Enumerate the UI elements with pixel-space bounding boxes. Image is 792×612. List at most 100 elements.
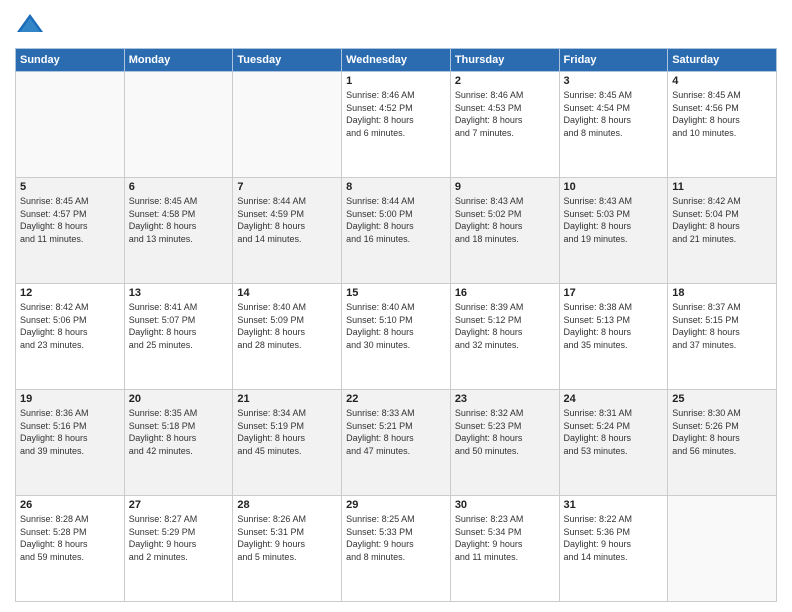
cell-info-text: Sunrise: 8:27 AM Sunset: 5:29 PM Dayligh…: [129, 513, 229, 563]
cell-info-text: Sunrise: 8:45 AM Sunset: 4:54 PM Dayligh…: [564, 89, 664, 139]
weekday-header-monday: Monday: [124, 49, 233, 72]
cell-date-number: 30: [455, 499, 555, 511]
week-row-2: 5 Sunrise: 8:45 AM Sunset: 4:57 PM Daylig…: [16, 178, 777, 284]
cell-info-text: Sunrise: 8:41 AM Sunset: 5:07 PM Dayligh…: [129, 301, 229, 351]
calendar-cell: 26 Sunrise: 8:28 AM Sunset: 5:28 PM Dayli…: [16, 496, 125, 602]
calendar-cell: [668, 496, 777, 602]
cell-info-text: Sunrise: 8:37 AM Sunset: 5:15 PM Dayligh…: [672, 301, 772, 351]
weekday-header-tuesday: Tuesday: [233, 49, 342, 72]
calendar-cell: 29 Sunrise: 8:25 AM Sunset: 5:33 PM Dayli…: [342, 496, 451, 602]
calendar-cell: 5 Sunrise: 8:45 AM Sunset: 4:57 PM Daylig…: [16, 178, 125, 284]
cell-info-text: Sunrise: 8:30 AM Sunset: 5:26 PM Dayligh…: [672, 407, 772, 457]
cell-date-number: 16: [455, 287, 555, 299]
weekday-header-saturday: Saturday: [668, 49, 777, 72]
cell-date-number: 6: [129, 181, 229, 193]
calendar-cell: 4 Sunrise: 8:45 AM Sunset: 4:56 PM Daylig…: [668, 72, 777, 178]
cell-info-text: Sunrise: 8:40 AM Sunset: 5:09 PM Dayligh…: [237, 301, 337, 351]
calendar-cell: 15Sunrise: 8:40 AM Sunset: 5:10 PM Dayli…: [342, 284, 451, 390]
cell-date-number: 8: [346, 181, 446, 193]
week-row-5: 26 Sunrise: 8:28 AM Sunset: 5:28 PM Dayli…: [16, 496, 777, 602]
calendar: SundayMondayTuesdayWednesdayThursdayFrid…: [15, 48, 777, 602]
calendar-cell: 22 Sunrise: 8:33 AM Sunset: 5:21 PM Dayli…: [342, 390, 451, 496]
cell-date-number: 2: [455, 75, 555, 87]
cell-info-text: Sunrise: 8:43 AM Sunset: 5:03 PM Dayligh…: [564, 195, 664, 245]
calendar-cell: 16 Sunrise: 8:39 AM Sunset: 5:12 PM Dayli…: [450, 284, 559, 390]
cell-date-number: 7: [237, 181, 337, 193]
cell-info-text: Sunrise: 8:28 AM Sunset: 5:28 PM Dayligh…: [20, 513, 120, 563]
calendar-cell: 25 Sunrise: 8:30 AM Sunset: 5:26 PM Dayli…: [668, 390, 777, 496]
cell-date-number: 28: [237, 499, 337, 511]
calendar-cell: 24 Sunrise: 8:31 AM Sunset: 5:24 PM Dayli…: [559, 390, 668, 496]
weekday-header-thursday: Thursday: [450, 49, 559, 72]
calendar-cell: [124, 72, 233, 178]
cell-date-number: 11: [672, 181, 772, 193]
cell-info-text: Sunrise: 8:46 AM Sunset: 4:53 PM Dayligh…: [455, 89, 555, 139]
cell-info-text: Sunrise: 8:34 AM Sunset: 5:19 PM Dayligh…: [237, 407, 337, 457]
cell-info-text: Sunrise: 8:26 AM Sunset: 5:31 PM Dayligh…: [237, 513, 337, 563]
cell-date-number: 5: [20, 181, 120, 193]
calendar-cell: 1Sunrise: 8:46 AM Sunset: 4:52 PM Daylig…: [342, 72, 451, 178]
cell-info-text: Sunrise: 8:45 AM Sunset: 4:56 PM Dayligh…: [672, 89, 772, 139]
cell-info-text: Sunrise: 8:39 AM Sunset: 5:12 PM Dayligh…: [455, 301, 555, 351]
calendar-cell: 17Sunrise: 8:38 AM Sunset: 5:13 PM Dayli…: [559, 284, 668, 390]
cell-info-text: Sunrise: 8:31 AM Sunset: 5:24 PM Dayligh…: [564, 407, 664, 457]
cell-info-text: Sunrise: 8:40 AM Sunset: 5:10 PM Dayligh…: [346, 301, 446, 351]
cell-info-text: Sunrise: 8:42 AM Sunset: 5:06 PM Dayligh…: [20, 301, 120, 351]
cell-info-text: Sunrise: 8:45 AM Sunset: 4:57 PM Dayligh…: [20, 195, 120, 245]
calendar-cell: 14 Sunrise: 8:40 AM Sunset: 5:09 PM Dayli…: [233, 284, 342, 390]
cell-date-number: 27: [129, 499, 229, 511]
cell-date-number: 3: [564, 75, 664, 87]
calendar-cell: 20Sunrise: 8:35 AM Sunset: 5:18 PM Dayli…: [124, 390, 233, 496]
calendar-cell: 13 Sunrise: 8:41 AM Sunset: 5:07 PM Dayli…: [124, 284, 233, 390]
cell-info-text: Sunrise: 8:44 AM Sunset: 5:00 PM Dayligh…: [346, 195, 446, 245]
cell-date-number: 31: [564, 499, 664, 511]
cell-date-number: 25: [672, 393, 772, 405]
cell-info-text: Sunrise: 8:33 AM Sunset: 5:21 PM Dayligh…: [346, 407, 446, 457]
cell-date-number: 20: [129, 393, 229, 405]
cell-date-number: 23: [455, 393, 555, 405]
calendar-cell: 30Sunrise: 8:23 AM Sunset: 5:34 PM Dayli…: [450, 496, 559, 602]
cell-info-text: Sunrise: 8:36 AM Sunset: 5:16 PM Dayligh…: [20, 407, 120, 457]
calendar-cell: [233, 72, 342, 178]
calendar-cell: 9Sunrise: 8:43 AM Sunset: 5:02 PM Daylig…: [450, 178, 559, 284]
cell-date-number: 17: [564, 287, 664, 299]
calendar-cell: 28 Sunrise: 8:26 AM Sunset: 5:31 PM Dayli…: [233, 496, 342, 602]
cell-info-text: Sunrise: 8:22 AM Sunset: 5:36 PM Dayligh…: [564, 513, 664, 563]
cell-date-number: 22: [346, 393, 446, 405]
calendar-cell: 10Sunrise: 8:43 AM Sunset: 5:03 PM Dayli…: [559, 178, 668, 284]
cell-info-text: Sunrise: 8:44 AM Sunset: 4:59 PM Dayligh…: [237, 195, 337, 245]
cell-date-number: 14: [237, 287, 337, 299]
calendar-cell: 23 Sunrise: 8:32 AM Sunset: 5:23 PM Dayli…: [450, 390, 559, 496]
calendar-cell: 12 Sunrise: 8:42 AM Sunset: 5:06 PM Dayli…: [16, 284, 125, 390]
header: [15, 10, 777, 40]
cell-date-number: 29: [346, 499, 446, 511]
weekday-header-sunday: Sunday: [16, 49, 125, 72]
cell-date-number: 21: [237, 393, 337, 405]
calendar-cell: 3 Sunrise: 8:45 AM Sunset: 4:54 PM Daylig…: [559, 72, 668, 178]
calendar-cell: 11 Sunrise: 8:42 AM Sunset: 5:04 PM Dayli…: [668, 178, 777, 284]
cell-date-number: 13: [129, 287, 229, 299]
logo: [15, 10, 49, 40]
cell-date-number: 24: [564, 393, 664, 405]
cell-info-text: Sunrise: 8:32 AM Sunset: 5:23 PM Dayligh…: [455, 407, 555, 457]
week-row-3: 12 Sunrise: 8:42 AM Sunset: 5:06 PM Dayli…: [16, 284, 777, 390]
calendar-cell: 8 Sunrise: 8:44 AM Sunset: 5:00 PM Daylig…: [342, 178, 451, 284]
weekday-header-friday: Friday: [559, 49, 668, 72]
calendar-cell: 27 Sunrise: 8:27 AM Sunset: 5:29 PM Dayli…: [124, 496, 233, 602]
calendar-cell: [16, 72, 125, 178]
cell-date-number: 26: [20, 499, 120, 511]
cell-info-text: Sunrise: 8:46 AM Sunset: 4:52 PM Dayligh…: [346, 89, 446, 139]
cell-date-number: 19: [20, 393, 120, 405]
calendar-cell: 21 Sunrise: 8:34 AM Sunset: 5:19 PM Dayli…: [233, 390, 342, 496]
calendar-cell: 2 Sunrise: 8:46 AM Sunset: 4:53 PM Daylig…: [450, 72, 559, 178]
page: SundayMondayTuesdayWednesdayThursdayFrid…: [0, 0, 792, 612]
cell-date-number: 12: [20, 287, 120, 299]
cell-info-text: Sunrise: 8:25 AM Sunset: 5:33 PM Dayligh…: [346, 513, 446, 563]
weekday-header-row: SundayMondayTuesdayWednesdayThursdayFrid…: [16, 49, 777, 72]
cell-date-number: 4: [672, 75, 772, 87]
week-row-4: 19 Sunrise: 8:36 AM Sunset: 5:16 PM Dayli…: [16, 390, 777, 496]
calendar-cell: 6 Sunrise: 8:45 AM Sunset: 4:58 PM Daylig…: [124, 178, 233, 284]
calendar-cell: 7 Sunrise: 8:44 AM Sunset: 4:59 PM Daylig…: [233, 178, 342, 284]
cell-info-text: Sunrise: 8:45 AM Sunset: 4:58 PM Dayligh…: [129, 195, 229, 245]
cell-info-text: Sunrise: 8:42 AM Sunset: 5:04 PM Dayligh…: [672, 195, 772, 245]
